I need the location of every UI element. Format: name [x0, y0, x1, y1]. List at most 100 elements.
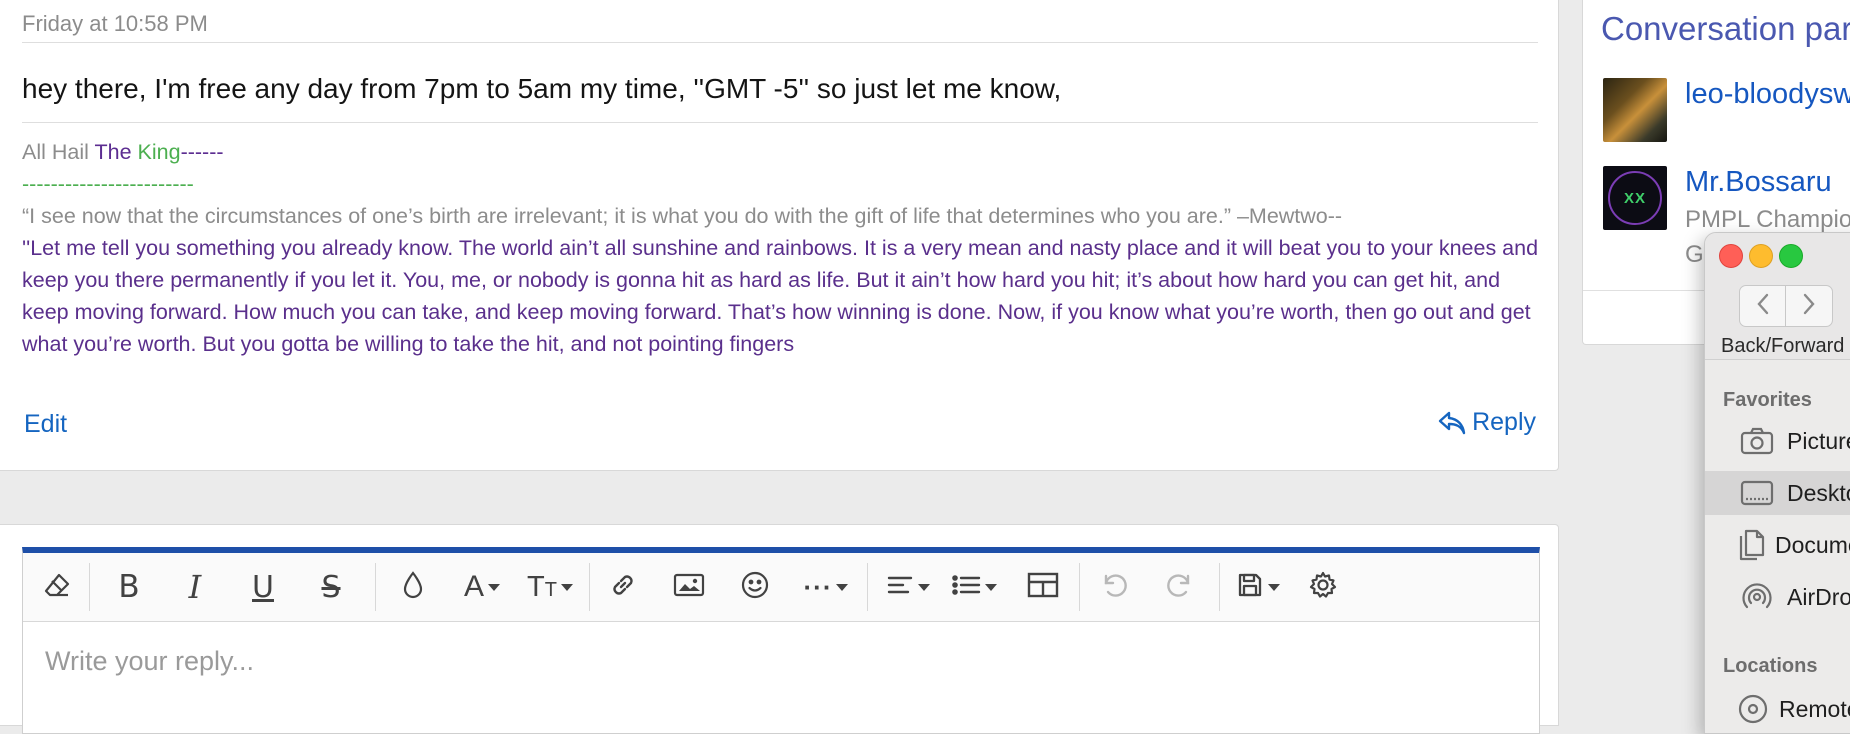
save-drafts-button[interactable] — [1229, 565, 1287, 609]
sidebar-item-label: Pictures — [1787, 427, 1850, 454]
undo-button[interactable] — [1093, 565, 1133, 609]
participant-title: PMPL Champion — [1685, 206, 1850, 233]
finder-toolbar: Back/Forward — [1705, 233, 1850, 360]
sig-dashes: ------ — [180, 140, 224, 164]
strikethrough-button[interactable]: S — [311, 565, 351, 609]
chevron-down-icon — [488, 583, 500, 591]
participant-title-extra: G — [1685, 241, 1704, 268]
zoom-window-button[interactable] — [1779, 244, 1803, 268]
close-window-button[interactable] — [1719, 244, 1743, 268]
droplet-icon — [402, 570, 424, 605]
sidebar-item-label: Desktop — [1787, 479, 1850, 506]
finder-window: Back/Forward Favorites Pictures Desktop … — [1704, 232, 1850, 734]
image-icon — [673, 572, 705, 603]
insert-link-button[interactable] — [603, 565, 643, 609]
airdrop-icon — [1737, 581, 1777, 613]
sidebar-item-label: Documents — [1775, 531, 1850, 558]
panel-title: Conversation participants — [1601, 10, 1850, 47]
link-icon — [608, 570, 638, 605]
sig-text-purple: The — [94, 140, 138, 164]
bold-button[interactable]: B — [109, 565, 149, 609]
reply-icon — [1438, 410, 1466, 436]
sig-quote-mewtwo: “I see now that the circumstances of one… — [22, 204, 1343, 228]
toolbar-separator — [89, 563, 90, 611]
avatar-emblem-icon: XX — [1608, 171, 1662, 225]
align-left-icon — [886, 573, 914, 602]
more-options-button[interactable]: ··· — [795, 565, 857, 609]
signature-divider — [22, 122, 1538, 123]
desktop-icon — [1737, 479, 1777, 507]
edit-link[interactable]: Edit — [24, 410, 67, 439]
list-button[interactable] — [945, 565, 1003, 609]
avatar[interactable] — [1603, 78, 1667, 142]
smiley-icon — [740, 570, 770, 605]
post-timestamp[interactable]: Friday at 10:58 PM — [22, 11, 208, 37]
chevron-down-icon — [918, 583, 930, 591]
toolbar-separator — [867, 563, 868, 611]
sig-text-green: King — [137, 140, 181, 164]
chevron-down-icon — [560, 583, 573, 591]
sidebar-item-documents[interactable]: Documents — [1705, 523, 1850, 567]
list-icon — [951, 573, 981, 602]
sidebar-item-desktop[interactable]: Desktop — [1705, 471, 1850, 515]
reply-button[interactable]: Reply — [1438, 408, 1536, 437]
toggle-bb-code-button[interactable] — [1303, 565, 1343, 609]
message-body: hey there, I'm free any day from 7pm to … — [22, 73, 1062, 104]
sidebar-item-airdrop[interactable]: AirDrop — [1705, 575, 1850, 619]
avatar[interactable]: XX — [1603, 166, 1667, 230]
chevron-down-icon — [836, 583, 849, 591]
back-button[interactable] — [1739, 285, 1787, 327]
divider — [22, 42, 1538, 43]
bold-icon: B — [118, 569, 140, 605]
text-color-button[interactable] — [393, 565, 433, 609]
favorites-heading: Favorites — [1723, 389, 1812, 411]
font-family-icon: A — [463, 570, 484, 603]
undo-icon — [1098, 570, 1128, 605]
sidebar-item-remote-disc[interactable]: Remote Disc — [1705, 687, 1850, 731]
redo-icon — [1166, 570, 1196, 605]
participant-name[interactable]: leo-bloodyswan — [1685, 78, 1850, 111]
chevron-left-icon — [1756, 293, 1770, 320]
reply-label: Reply — [1472, 408, 1536, 436]
underline-button[interactable]: U — [243, 565, 283, 609]
strikethrough-icon: S — [321, 569, 341, 605]
sidebar-item-label: AirDrop — [1787, 583, 1850, 610]
font-family-button[interactable]: A — [453, 565, 511, 609]
chevron-down-icon — [1268, 583, 1280, 591]
table-icon — [1027, 571, 1059, 604]
font-size-button[interactable]: TT — [521, 565, 579, 609]
smilies-button[interactable] — [735, 565, 775, 609]
save-icon — [1236, 571, 1264, 604]
reply-input[interactable]: Write your reply... — [45, 646, 254, 677]
rich-text-editor: B I U S A TT ··· Write your reply... — [22, 547, 1540, 734]
reply-form: B I U S A TT ··· Write your reply... — [0, 524, 1559, 734]
eraser-icon — [43, 571, 71, 604]
forward-button[interactable] — [1785, 285, 1833, 327]
underline-icon: U — [252, 569, 274, 605]
insert-table-button[interactable] — [1021, 565, 1065, 609]
italic-button[interactable]: I — [175, 565, 215, 609]
editor-toolbar: B I U S A TT ··· — [23, 553, 1539, 622]
insert-image-button[interactable] — [669, 565, 709, 609]
remove-formatting-button[interactable] — [35, 565, 79, 609]
gear-icon — [1308, 570, 1338, 605]
message-post: Friday at 10:58 PM hey there, I'm free a… — [0, 0, 1559, 471]
minimize-window-button[interactable] — [1749, 244, 1773, 268]
redo-button[interactable] — [1161, 565, 1201, 609]
toolbar-separator — [375, 563, 376, 611]
sidebar-item-pictures[interactable]: Pictures — [1705, 419, 1850, 463]
locations-heading: Locations — [1723, 655, 1818, 677]
disc-icon — [1737, 693, 1769, 725]
font-size-icon: TT — [527, 570, 557, 603]
sidebar-item-label: Remote Disc — [1779, 695, 1850, 722]
sig-text: All Hail — [22, 140, 95, 164]
toolbar-separator — [1219, 563, 1220, 611]
toolbar-separator — [1079, 563, 1080, 611]
sig-dash-line: ------------------------ — [22, 172, 194, 196]
document-icon — [1737, 529, 1765, 561]
chevron-down-icon — [985, 583, 997, 591]
italic-icon: I — [188, 568, 202, 606]
align-button[interactable] — [879, 565, 937, 609]
participant-name[interactable]: Mr.Bossaru — [1685, 166, 1832, 199]
toolbar-separator — [589, 563, 590, 611]
